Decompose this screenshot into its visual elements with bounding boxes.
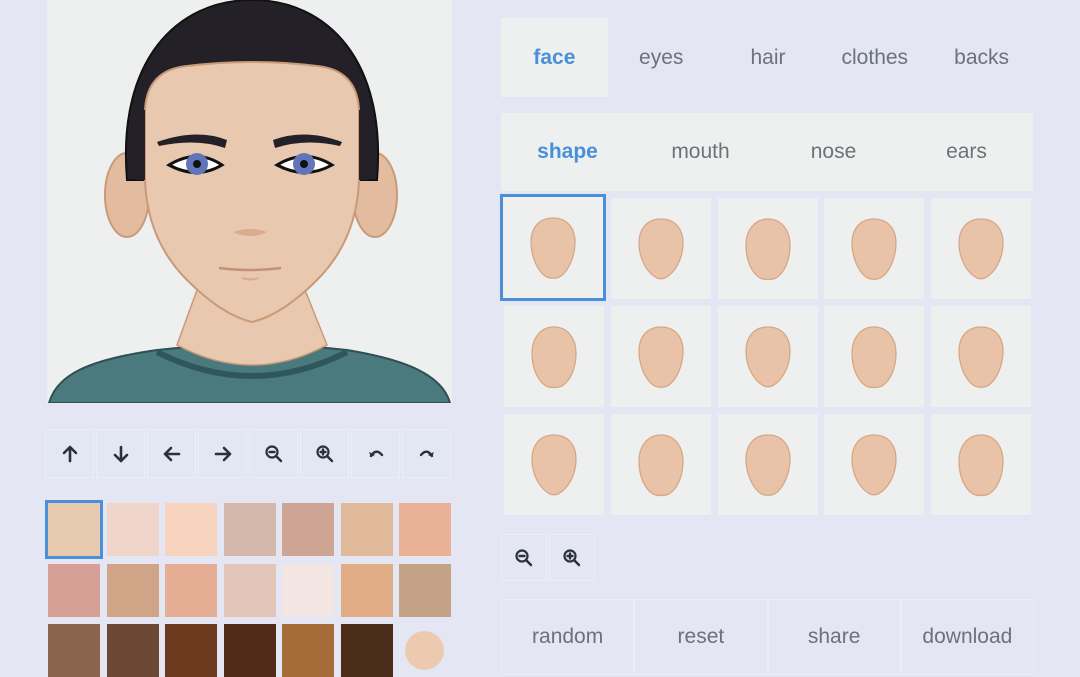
skin-swatch[interactable] (165, 563, 217, 617)
main-tabs: face eyes hair clothes backs (501, 18, 1035, 97)
skin-swatch[interactable] (399, 563, 451, 617)
zoom-out-button[interactable] (249, 429, 298, 478)
skin-swatch[interactable] (45, 500, 103, 559)
face-shape-icon (958, 217, 1004, 279)
move-left-button[interactable] (147, 429, 196, 478)
move-right-button[interactable] (198, 429, 247, 478)
move-up-button[interactable] (45, 429, 94, 478)
move-down-button[interactable] (96, 429, 145, 478)
skin-swatch[interactable] (340, 563, 393, 617)
face-shape-icon (851, 217, 898, 280)
tab-hair[interactable]: hair (715, 18, 822, 97)
face-shape-icon (531, 433, 577, 495)
skin-swatch[interactable] (399, 503, 451, 556)
redo-icon (419, 450, 434, 457)
skin-swatch[interactable] (282, 624, 334, 677)
face-shape-icon (851, 325, 898, 388)
arrow-right-icon (214, 446, 231, 461)
subtab-mouth[interactable]: mouth (634, 113, 767, 191)
undo-icon (368, 450, 383, 457)
skin-swatch[interactable] (340, 624, 393, 677)
avatar-preview (47, 0, 452, 403)
face-shape-option[interactable] (824, 198, 925, 299)
arrow-up-icon (62, 445, 77, 462)
skin-swatch[interactable] (48, 563, 100, 617)
undo-button[interactable] (351, 429, 400, 478)
arrow-left-icon (163, 446, 180, 461)
grid-zoom-in-button[interactable] (549, 534, 595, 581)
face-shape-icon (851, 433, 898, 495)
face-shape-option[interactable] (504, 306, 604, 407)
skin-swatch[interactable] (106, 563, 159, 617)
face-shape-option[interactable] (504, 414, 604, 515)
face-shape-option[interactable] (500, 194, 606, 301)
face-shape-option[interactable] (824, 414, 925, 515)
zoom-out-icon (264, 444, 282, 462)
face-shape-icon (744, 325, 791, 387)
random-button[interactable]: random (501, 599, 635, 675)
skin-swatch[interactable] (223, 503, 276, 556)
reset-button[interactable]: reset (634, 599, 768, 675)
skin-swatch[interactable] (165, 503, 217, 556)
custom-skin-color-swatch[interactable] (405, 631, 444, 670)
face-shape-icon (744, 433, 791, 496)
face-shape-option[interactable] (824, 306, 925, 407)
share-button[interactable]: share (767, 599, 901, 675)
zoom-in-icon (315, 444, 333, 462)
zoom-in-button[interactable] (300, 429, 349, 478)
face-shape-option[interactable] (610, 414, 711, 515)
face-shape-option[interactable] (931, 198, 1032, 299)
subtab-ears[interactable]: ears (900, 113, 1033, 191)
skin-swatch[interactable] (282, 563, 334, 617)
face-shape-option[interactable] (717, 306, 818, 407)
tab-eyes[interactable]: eyes (608, 18, 715, 97)
tab-face[interactable]: face (501, 18, 608, 97)
download-button[interactable]: download (900, 599, 1034, 675)
skin-swatch[interactable] (48, 624, 100, 677)
redo-button[interactable] (402, 429, 451, 478)
tab-backs[interactable]: backs (928, 18, 1035, 97)
face-shape-icon (958, 325, 1004, 388)
face-shape-icon (530, 216, 576, 279)
skin-swatch[interactable] (165, 624, 217, 677)
avatar-toolbar (45, 429, 453, 480)
skin-swatch[interactable] (282, 503, 334, 556)
face-shape-option[interactable] (931, 414, 1032, 515)
face-shape-icon (638, 325, 684, 388)
face-shape-option[interactable] (717, 414, 818, 515)
skin-swatch[interactable] (106, 624, 159, 677)
face-shape-option[interactable] (610, 198, 711, 299)
skin-swatch[interactable] (106, 503, 159, 556)
skin-swatch[interactable] (223, 563, 276, 617)
face-shape-option[interactable] (717, 198, 818, 299)
skin-swatch[interactable] (223, 624, 276, 677)
face-shape-option[interactable] (931, 306, 1032, 407)
grid-zoom-controls (501, 534, 597, 581)
face-shape-icon (638, 217, 684, 279)
face-shape-icon (638, 433, 684, 496)
action-buttons: random reset share download (501, 599, 1034, 675)
face-shape-icon (958, 433, 1004, 496)
face-shape-icon (531, 325, 577, 388)
subtab-shape[interactable]: shape (501, 113, 634, 191)
grid-zoom-out-button[interactable] (501, 534, 547, 581)
face-shape-option[interactable] (610, 306, 711, 407)
zoom-in-icon (563, 548, 581, 566)
zoom-out-icon (515, 548, 533, 566)
avatar-face (144, 61, 360, 324)
subtab-nose[interactable]: nose (767, 113, 900, 191)
skin-swatch[interactable] (340, 503, 393, 556)
arrow-down-icon (113, 445, 128, 462)
avatar-illustration (47, 0, 452, 403)
sub-tabs: shape mouth nose ears (501, 113, 1033, 191)
face-shape-icon (744, 217, 791, 280)
tab-clothes[interactable]: clothes (821, 18, 928, 97)
